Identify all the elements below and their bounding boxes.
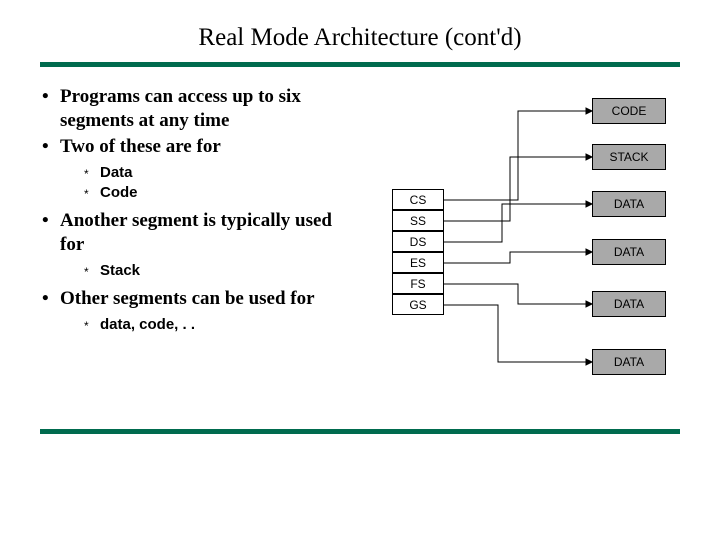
memory-code: CODE <box>592 98 666 124</box>
sub-bullet-list: Data Code <box>60 163 340 204</box>
bullet-text: Two of these are for <box>60 136 221 157</box>
bullet-text: Other segments can be used for <box>60 288 315 309</box>
register-label: GS <box>409 298 426 312</box>
content-row: Programs can access up to six segments a… <box>40 85 680 415</box>
memory-data: DATA <box>592 191 666 217</box>
register-label: ES <box>410 256 426 270</box>
bullet-item: Programs can access up to six segments a… <box>40 85 340 133</box>
memory-data: DATA <box>592 291 666 317</box>
register-gs: GS <box>392 294 444 315</box>
register-ss: SS <box>392 210 444 231</box>
memory-label: DATA <box>614 297 644 311</box>
register-label: CS <box>410 193 427 207</box>
page-title: Real Mode Architecture (cont'd) <box>40 24 680 52</box>
slide: Real Mode Architecture (cont'd) Programs… <box>0 0 720 434</box>
register-label: SS <box>410 214 426 228</box>
sub-bullet-list: Stack <box>60 261 340 281</box>
register-label: DS <box>410 235 427 249</box>
register-es: ES <box>392 252 444 273</box>
text-column: Programs can access up to six segments a… <box>40 85 340 415</box>
sub-bullet-item: Stack <box>82 261 340 281</box>
memory-stack: STACK <box>592 144 666 170</box>
sub-bullet-text: data, code, . . <box>100 316 195 333</box>
sub-bullet-text: Data <box>100 164 133 181</box>
memory-label: STACK <box>609 150 648 164</box>
divider-bottom <box>40 429 680 434</box>
bullet-item: Other segments can be used for data, cod… <box>40 287 340 335</box>
bullet-text: Another segment is typically used for <box>60 210 332 255</box>
memory-label: DATA <box>614 245 644 259</box>
memory-data: DATA <box>592 239 666 265</box>
bullet-item: Another segment is typically used for St… <box>40 209 340 281</box>
register-cs: CS <box>392 189 444 210</box>
bullet-text: Programs can access up to six segments a… <box>60 86 301 131</box>
diagram: CS SS DS ES FS GS CODE STACK DATA DATA D… <box>358 85 678 415</box>
sub-bullet-list: data, code, . . <box>60 315 340 335</box>
register-ds: DS <box>392 231 444 252</box>
sub-bullet-item: Code <box>82 183 340 203</box>
sub-bullet-item: data, code, . . <box>82 315 340 335</box>
memory-data: DATA <box>592 349 666 375</box>
register-fs: FS <box>392 273 444 294</box>
bullet-item: Two of these are for Data Code <box>40 135 340 203</box>
memory-label: DATA <box>614 355 644 369</box>
sub-bullet-item: Data <box>82 163 340 183</box>
memory-label: DATA <box>614 197 644 211</box>
sub-bullet-text: Stack <box>100 262 140 279</box>
memory-label: CODE <box>612 104 647 118</box>
divider-top <box>40 62 680 67</box>
bullet-list: Programs can access up to six segments a… <box>40 85 340 336</box>
register-label: FS <box>410 277 425 291</box>
sub-bullet-text: Code <box>100 184 138 201</box>
